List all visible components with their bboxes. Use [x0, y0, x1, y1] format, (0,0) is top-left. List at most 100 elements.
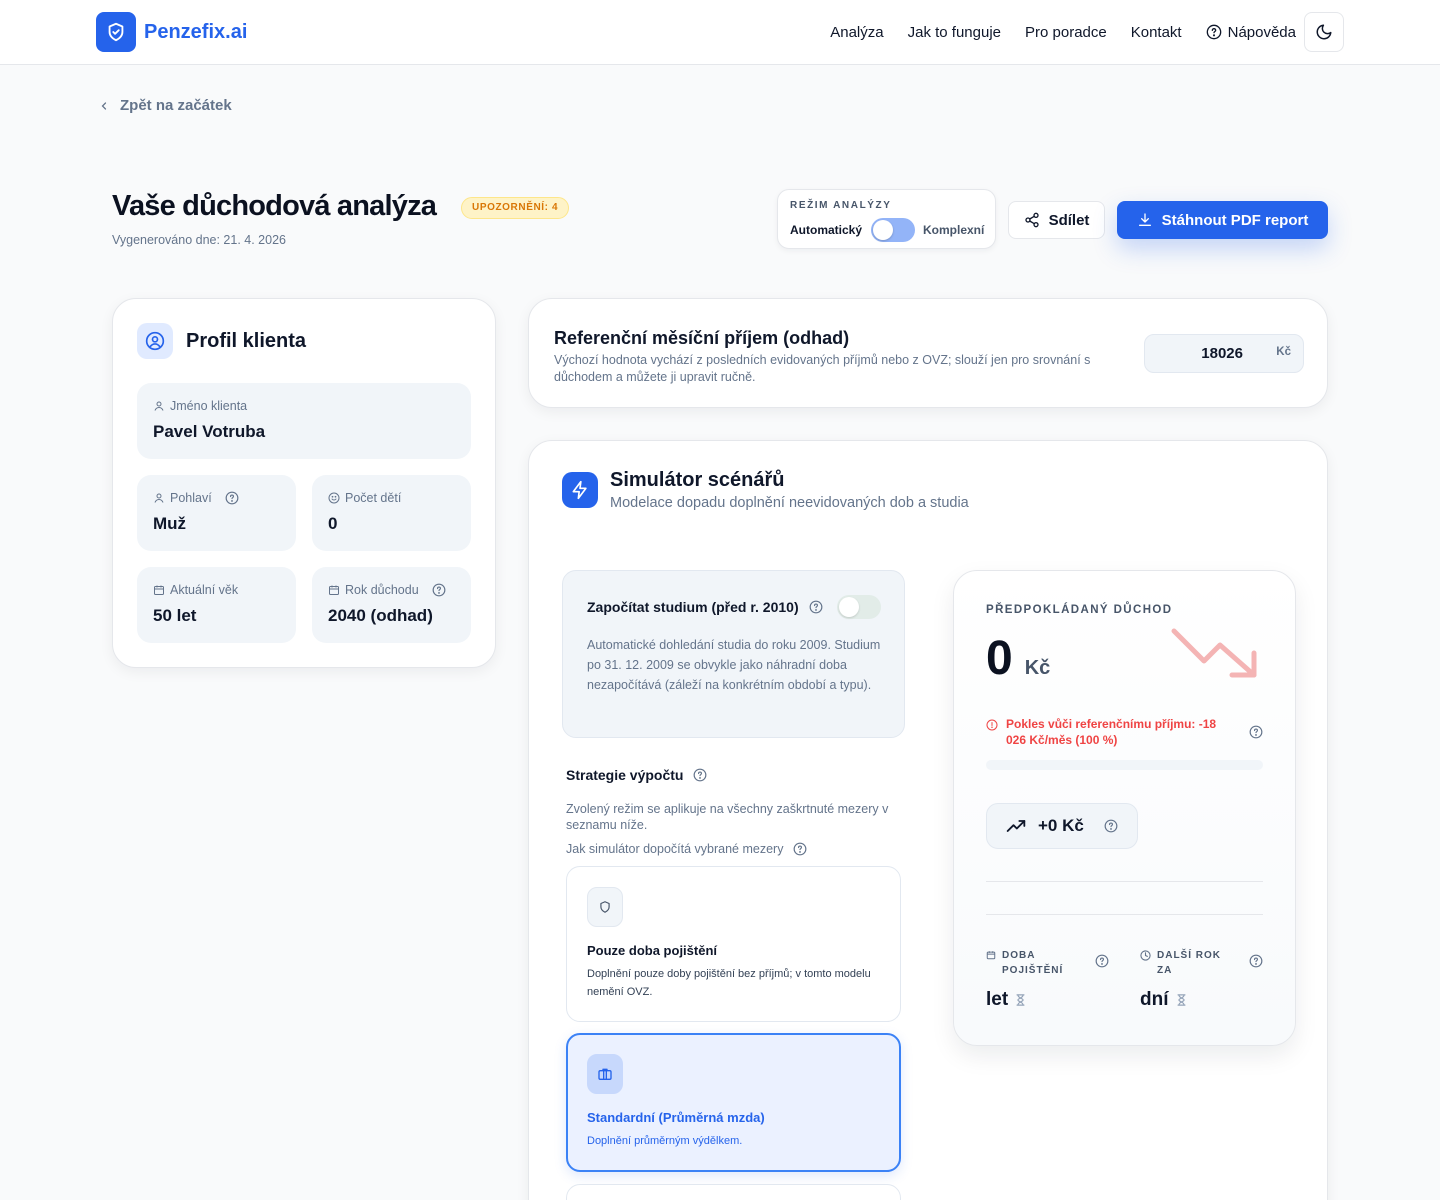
theme-toggle-button[interactable] [1304, 12, 1344, 52]
main-nav: Analýza Jak to funguje Pro poradce Konta… [830, 12, 1344, 52]
retire-label: Rok důchodu [345, 583, 419, 597]
download-icon [1138, 213, 1151, 226]
lightning-icon [562, 472, 598, 508]
analysis-mode-switch: REŽIM ANALÝZY Automatický Komplexní [777, 189, 996, 249]
pension-gain-value: +0 Kč [1038, 816, 1084, 835]
gender-value: Muž [153, 514, 187, 533]
share-icon [1024, 212, 1039, 228]
brand-name: Penzefix.ai [144, 20, 248, 43]
generated-date: Vygenerováno dne: 21. 4. 2026 [112, 233, 286, 247]
reference-income-card: Referenční měsíční příjem (odhad) Výchoz… [528, 298, 1328, 408]
pension-drop-notice: Pokles vůči referenčnímu příjmu: -18 026… [986, 716, 1286, 748]
gender-label: Pohlaví [170, 491, 212, 505]
calendar-icon [986, 951, 996, 960]
nav-pro-poradce[interactable]: Pro poradce [1025, 24, 1107, 41]
field-children: Počet dětí 0 [312, 475, 471, 551]
nav-analyza[interactable]: Analýza [830, 24, 883, 41]
help-circle-icon[interactable] [225, 491, 239, 505]
nav-jak-to-funguje[interactable]: Jak to funguje [908, 24, 1001, 41]
field-retirement-year: Rok důchodu 2040 (odhad) [312, 567, 471, 643]
study-toggle-label: Započítat studium (před r. 2010) [587, 599, 823, 615]
pension-amount-unit: Kč [1024, 657, 1051, 679]
shield-icon [587, 887, 623, 927]
study-option-box: Započítat studium (před r. 2010) Automat… [562, 570, 905, 738]
strategy-option-next[interactable] [566, 1184, 901, 1200]
divider [986, 881, 1263, 882]
briefcase-icon [587, 1054, 623, 1094]
strategy-how-text: Jak simulátor dopočítá vybrané mezery [566, 842, 784, 856]
reference-income-value[interactable]: 18026 [1201, 345, 1243, 362]
mode-automatic-label[interactable]: Automatický [790, 223, 862, 237]
scenario-simulator-card: Simulátor scénářů Modelace dopadu doplně… [528, 440, 1328, 1200]
hourglass-icon [1016, 994, 1025, 1006]
clock-icon [1140, 950, 1151, 961]
hourglass-icon [1176, 994, 1186, 1006]
simulator-subtitle: Modelace dopadu doplnění neevidovaných d… [610, 495, 969, 511]
retire-value: 2040 (odhad) [328, 606, 433, 625]
name-label: Jméno klienta [170, 399, 248, 413]
page-title: Vaše důchodová analýza [112, 190, 437, 222]
option-title: Standardní (Průměrná mzda) [587, 1110, 765, 1125]
moon-icon [1316, 24, 1332, 40]
strategy-option-insurance-only[interactable]: Pouze doba pojištění Doplnění pouze doby… [566, 866, 901, 1022]
back-link-label: Zpět na začátek [120, 97, 232, 114]
field-label: Aktuální věk [153, 583, 238, 597]
field-label: Jméno klienta [153, 399, 247, 413]
option-description: Doplnění pouze doby pojištění bez příjmů… [587, 968, 871, 998]
children-value: 0 [328, 514, 338, 533]
field-client-name: Jméno klienta Pavel Votruba [137, 383, 471, 459]
calendar-icon [329, 585, 339, 595]
field-label: Počet dětí [328, 491, 401, 505]
nav-help[interactable]: Nápověda [1206, 24, 1296, 41]
pension-amount-value: 0 [986, 632, 1013, 685]
smile-icon [328, 492, 340, 504]
stat1-value: let [986, 989, 1025, 1011]
strategy-title-text: Strategie výpočtu [566, 767, 684, 783]
pension-result-card: PŘEDPOKLÁDANÝ DŮCHOD 0 Kč Pokles vůči re… [953, 570, 1296, 1046]
stat-label: DALŠÍ ROK ZA [1140, 948, 1264, 978]
study-toggle[interactable] [837, 595, 881, 619]
back-link[interactable]: Zpět na začátek [98, 97, 232, 114]
nav-help-label: Nápověda [1227, 23, 1296, 41]
chevron-left-icon [101, 101, 107, 110]
profile-title: Profil klienta [186, 329, 307, 352]
help-circle-icon[interactable] [693, 768, 707, 782]
share-button[interactable]: Sdílet [1008, 201, 1105, 239]
stat-label: DOBA POJIŠTĚNÍ [986, 948, 1110, 978]
top-navbar: Penzefix.ai Analýza Jak to funguje Pro p… [0, 0, 1440, 65]
mode-toggle[interactable] [871, 218, 915, 242]
mode-label: REŽIM ANALÝZY [790, 200, 892, 211]
pension-label: PŘEDPOKLÁDANÝ DŮCHOD [986, 604, 1173, 616]
user-icon [154, 401, 164, 411]
download-pdf-button[interactable]: Stáhnout PDF report [1117, 201, 1328, 239]
stat1-label-text: DOBA POJIŠTĚNÍ [1002, 950, 1064, 976]
field-label: Pohlaví [153, 491, 239, 505]
brand[interactable]: Penzefix.ai [96, 12, 247, 52]
help-circle-icon[interactable] [1104, 819, 1118, 833]
option-description: Doplnění průměrným výdělkem. [587, 1135, 743, 1147]
age-label: Aktuální věk [170, 583, 239, 597]
help-circle-icon[interactable] [1249, 725, 1263, 744]
pension-amount: 0 Kč [986, 631, 1050, 686]
calendar-icon [154, 585, 164, 595]
stat2-value: dní [1140, 989, 1186, 1011]
download-pdf-label: Stáhnout PDF report [1161, 211, 1309, 229]
help-circle-icon[interactable] [793, 842, 807, 856]
warning-badge[interactable]: UPOZORNĚNÍ: 4 [461, 197, 570, 219]
strategy-option-standard[interactable]: Standardní (Průměrná mzda) Doplnění prům… [566, 1033, 901, 1172]
mode-complex-label[interactable]: Komplexní [923, 223, 984, 237]
stat-insurance-period: DOBA POJIŠTĚNÍ let [986, 948, 1110, 1010]
nav-kontakt[interactable]: Kontakt [1131, 24, 1182, 41]
help-circle-icon[interactable] [432, 583, 446, 597]
help-circle-icon[interactable] [809, 600, 823, 614]
field-label: Rok důchodu [328, 583, 446, 597]
study-label-text: Započítat studium (před r. 2010) [587, 599, 799, 615]
reference-title: Referenční měsíční příjem (odhad) [554, 328, 850, 348]
children-label: Počet dětí [345, 491, 402, 505]
strategy-how: Jak simulátor dopočítá vybrané mezery [566, 842, 807, 856]
help-circle-icon[interactable] [1249, 954, 1263, 973]
pension-ratio-bar [986, 760, 1263, 770]
study-description: Automatické dohledání studia do roku 200… [587, 638, 881, 692]
reference-income-input[interactable]: 18026 Kč [1144, 334, 1304, 373]
help-circle-icon[interactable] [1095, 954, 1109, 973]
